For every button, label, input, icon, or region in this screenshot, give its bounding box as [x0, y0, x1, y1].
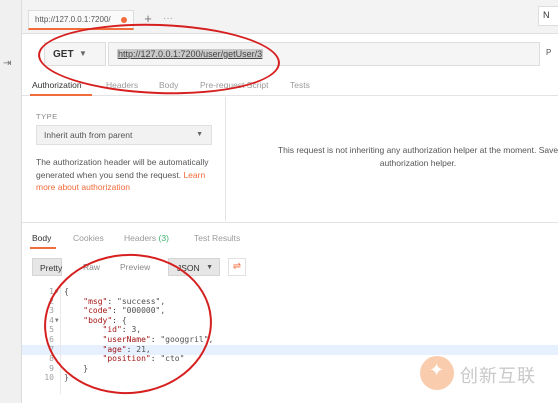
- line-number: 4: [49, 315, 54, 325]
- response-tabs: Body Cookies Headers (3) Test Results: [22, 226, 558, 248]
- active-tab-indicator: [30, 94, 92, 96]
- left-sidebar-strip: ⇥: [0, 0, 22, 403]
- auth-type-label: TYPE: [36, 112, 58, 121]
- code-text: "code": "000000",: [83, 306, 166, 316]
- tab-authorization[interactable]: Authorization: [32, 80, 82, 90]
- collapse-arrow-icon[interactable]: ⇥: [3, 58, 11, 69]
- code-text: "userName": "googgril",: [102, 335, 214, 344]
- code-line: 4 ▼ "body": {: [22, 316, 558, 326]
- request-tab[interactable]: http://127.0.0.1:7200/: [28, 10, 134, 30]
- auth-description: The authorization header will be automat…: [36, 156, 216, 194]
- url-text: http://127.0.0.1:7200/user/getUser/3: [117, 49, 264, 59]
- preview-button[interactable]: Preview: [114, 258, 160, 276]
- code-text: "body": {: [83, 315, 127, 325]
- tab-body[interactable]: Body: [159, 80, 178, 90]
- code-text: "position": "cto": [102, 354, 185, 364]
- tab-tests[interactable]: Tests: [290, 80, 310, 90]
- code-line: 1 ▼ {: [22, 287, 558, 297]
- line-number: 9: [49, 363, 54, 373]
- line-number: 1: [49, 287, 54, 296]
- code-text: }: [64, 363, 89, 373]
- flame-icon: ✦: [429, 360, 445, 381]
- code-text: "msg": "success",: [83, 296, 166, 306]
- response-headers-label: Headers: [124, 233, 157, 243]
- gutter-separator: [60, 284, 61, 394]
- line-number: 3: [49, 306, 54, 316]
- more-tabs-button[interactable]: ···: [160, 11, 176, 27]
- params-button[interactable]: P: [542, 42, 558, 66]
- chevron-down-icon: ▼: [206, 264, 213, 271]
- url-input[interactable]: http://127.0.0.1:7200/user/getUser/3: [108, 42, 540, 66]
- watermark-text: 创新互联: [460, 366, 536, 387]
- line-number: 10: [44, 373, 54, 383]
- code-line: 2 "msg": "success",: [22, 297, 558, 307]
- line-number: 5: [49, 325, 54, 335]
- format-label: JSON: [177, 263, 200, 273]
- fold-toggle-icon[interactable]: ▼: [55, 288, 59, 295]
- watermark-logo: ✦ 创新互联: [420, 354, 556, 394]
- line-number: 8: [49, 354, 54, 364]
- code-text: "age": 21,: [102, 344, 151, 354]
- line-number: 6: [49, 335, 54, 344]
- tab-response-cookies[interactable]: Cookies: [73, 233, 104, 243]
- method-label: GET: [53, 49, 74, 60]
- new-tab-button[interactable]: +: [140, 11, 156, 27]
- code-text: "id": 3,: [102, 325, 142, 335]
- code-text: }: [64, 373, 69, 383]
- code-line: 5 "id": 3,: [22, 325, 558, 335]
- tab-pre-request-script[interactable]: Pre-request Script: [200, 80, 269, 90]
- pretty-button[interactable]: Pretty: [32, 258, 62, 276]
- fold-toggle-icon[interactable]: ▼: [55, 317, 59, 324]
- wrap-lines-button[interactable]: ⇌: [228, 258, 246, 276]
- line-number: 7: [49, 344, 54, 354]
- tab-response-headers[interactable]: Headers (3): [124, 233, 169, 243]
- auth-inherit-message: This request is not inheriting any autho…: [277, 145, 558, 168]
- method-select[interactable]: GET ▼: [44, 42, 106, 66]
- environment-select[interactable]: N: [538, 6, 558, 26]
- raw-button[interactable]: Raw: [78, 258, 108, 276]
- wrap-icon: ⇌: [232, 261, 242, 272]
- chevron-down-icon: ▼: [79, 49, 87, 58]
- request-tabs: Authorization Headers Body Pre-request S…: [22, 74, 558, 96]
- auth-type-value: Inherit auth from parent: [44, 130, 133, 140]
- tab-response-body[interactable]: Body: [32, 233, 51, 243]
- response-divider: [22, 222, 558, 223]
- request-tab-label: http://127.0.0.1:7200/: [35, 15, 111, 24]
- code-line: 3 "code": "000000",: [22, 306, 558, 316]
- code-line: 6 "userName": "googgril",: [22, 335, 558, 345]
- format-select[interactable]: JSON ▼: [168, 258, 220, 276]
- unsaved-dot-icon: [121, 17, 127, 23]
- tab-test-results[interactable]: Test Results: [194, 233, 240, 243]
- line-number: 2: [49, 296, 54, 306]
- headers-count-badge: (3): [158, 233, 169, 243]
- code-text: {: [64, 287, 69, 296]
- chevron-down-icon: ▼: [196, 131, 203, 138]
- tab-headers[interactable]: Headers: [106, 80, 138, 90]
- auth-type-select[interactable]: Inherit auth from parent ▼: [36, 125, 212, 145]
